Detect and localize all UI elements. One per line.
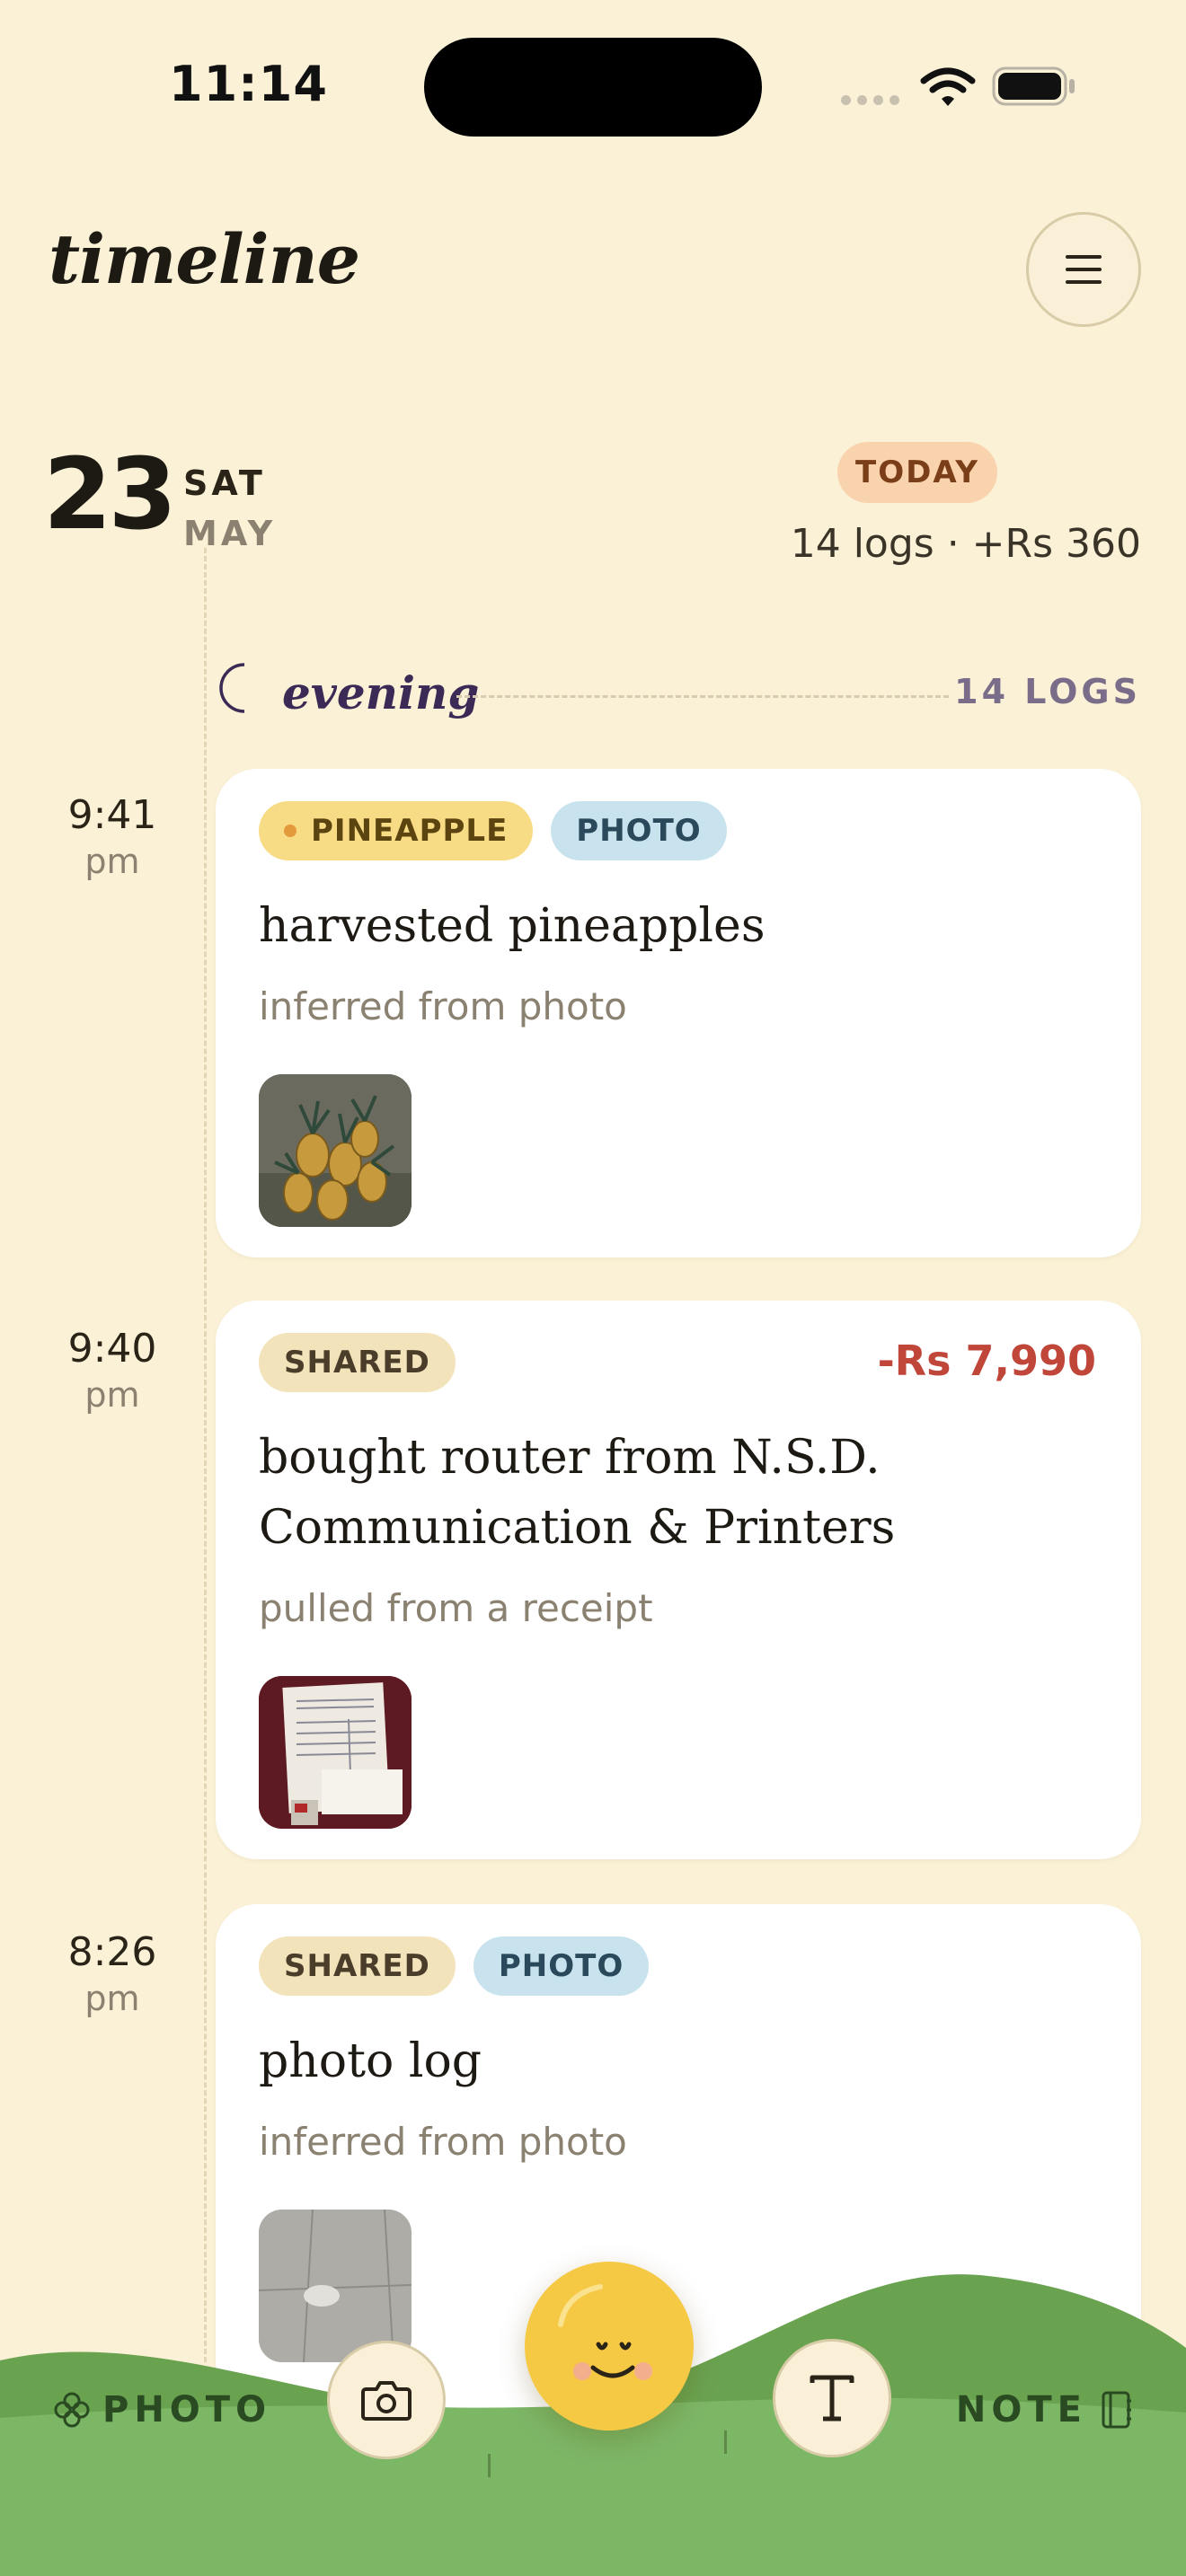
app-title: timeline xyxy=(49,219,360,299)
text-icon xyxy=(810,2375,854,2422)
log-subtitle: pulled from a receipt xyxy=(259,1586,653,1630)
entry-time: 9:40 pm xyxy=(36,1326,189,1415)
tag-label: PHOTO xyxy=(498,1948,624,1984)
menu-button[interactable] xyxy=(1026,212,1141,327)
timeline-screen: 11:14 timeline 23 SAT MAY TODAY 14 logs … xyxy=(0,0,1186,2576)
date-weekday: SAT xyxy=(183,463,266,503)
timeline-line xyxy=(204,548,207,2362)
log-subtitle: inferred from photo xyxy=(259,984,627,1028)
tag-shared: SHARED xyxy=(259,1333,456,1392)
grass-tick xyxy=(724,2430,727,2454)
status-icons xyxy=(841,63,1084,108)
flower-icon xyxy=(54,2392,90,2428)
tag-shared: SHARED xyxy=(259,1936,456,1996)
pineapple-photo xyxy=(259,1074,412,1227)
status-time: 11:14 xyxy=(169,56,328,112)
dynamic-island xyxy=(424,38,762,137)
nav-photo-label: PHOTO xyxy=(102,2389,272,2430)
tag-label: PINEAPPLE xyxy=(311,813,509,849)
entry-time-ampm: pm xyxy=(84,1979,140,2018)
mood-button[interactable] xyxy=(525,2262,694,2430)
notebook-icon xyxy=(1102,2391,1131,2429)
log-card[interactable]: PINEAPPLE PHOTO harvested pineapples inf… xyxy=(216,769,1141,1257)
date-number: 23 xyxy=(43,437,177,551)
section-divider xyxy=(456,695,949,698)
log-title: harvested pineapples xyxy=(259,899,766,953)
grass-tick xyxy=(488,2454,491,2477)
signal-dot xyxy=(890,95,899,105)
signal-dot xyxy=(841,95,851,105)
expense-amount: -Rs 7,990 xyxy=(877,1337,1096,1385)
tag-dot xyxy=(284,825,296,837)
receipt-photo xyxy=(259,1676,412,1829)
entry-time-ampm: pm xyxy=(84,1375,140,1415)
smiley-icon xyxy=(558,2284,652,2380)
tag-list: SHARED PHOTO xyxy=(259,1936,650,1996)
section-log-count: 14 LOGS xyxy=(954,672,1141,711)
log-title: photo log xyxy=(259,2034,482,2088)
tag-photo: PHOTO xyxy=(551,801,727,860)
tag-label: SHARED xyxy=(284,1345,430,1381)
tag-list: PINEAPPLE PHOTO xyxy=(259,801,727,860)
tag-pineapple: PINEAPPLE xyxy=(259,801,534,860)
camera-icon xyxy=(361,2381,412,2421)
signal-dot xyxy=(873,95,883,105)
entry-time: 9:41 pm xyxy=(36,792,189,881)
tag-list: SHARED xyxy=(259,1333,456,1392)
entry-time-value: 9:41 xyxy=(67,792,157,838)
section-label: evening xyxy=(282,666,480,719)
receipt-thumbnail[interactable] xyxy=(259,1676,412,1829)
entry-time: 8:26 pm xyxy=(36,1929,189,2018)
entry-time-value: 9:40 xyxy=(67,1326,157,1372)
tag-photo: PHOTO xyxy=(473,1936,650,1996)
log-subtitle: inferred from photo xyxy=(259,2120,627,2164)
entry-time-ampm: pm xyxy=(84,842,140,881)
tag-label: PHOTO xyxy=(576,813,702,849)
entry-time-value: 8:26 xyxy=(67,1929,157,1975)
moon-icon xyxy=(219,663,245,713)
battery-icon xyxy=(992,66,1075,106)
nav-note-label: NOTE xyxy=(955,2389,1087,2430)
wifi-icon xyxy=(920,67,976,106)
day-summary: 14 logs · +Rs 360 xyxy=(790,521,1141,567)
log-card[interactable]: SHARED -Rs 7,990 bought router from N.S.… xyxy=(216,1301,1141,1859)
tag-label: SHARED xyxy=(284,1948,430,1984)
text-note-button[interactable] xyxy=(773,2339,891,2457)
date-month: MAY xyxy=(183,514,277,553)
menu-icon xyxy=(1066,255,1102,284)
today-badge: TODAY xyxy=(837,442,997,503)
nav-photo[interactable]: PHOTO xyxy=(54,2389,271,2430)
photo-thumbnail[interactable] xyxy=(259,1074,412,1227)
log-title: bought router from N.S.D. Communication … xyxy=(259,1431,896,1555)
nav-note[interactable]: NOTE xyxy=(956,2389,1132,2430)
signal-dot xyxy=(857,95,867,105)
camera-button[interactable] xyxy=(327,2341,446,2459)
